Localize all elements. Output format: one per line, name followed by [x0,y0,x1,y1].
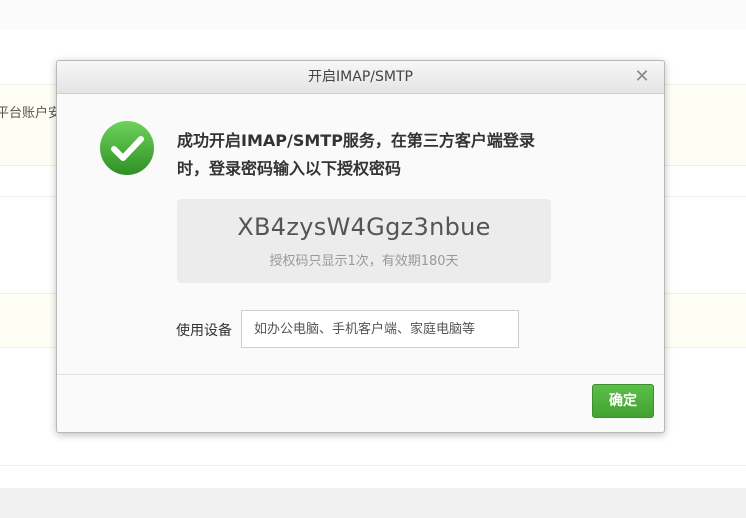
close-icon[interactable]: ✕ [632,67,652,87]
background-row-text: 平台账户安 [0,106,62,121]
page-footer [0,488,746,518]
auth-code-box: XB4zysW4Ggz3nbue 授权码只显示1次，有效期180天 [177,199,551,283]
imap-smtp-dialog: 开启IMAP/SMTP ✕ 成功开启IMAP/SMTP服务，在第三方客户端登录时… [56,60,665,433]
auth-code[interactable]: XB4zysW4Ggz3nbue [177,213,551,241]
page-top-bar [0,0,746,30]
success-message: 成功开启IMAP/SMTP服务，在第三方客户端登录时，登录密码输入以下授权密码 [177,131,535,178]
dialog-header: 开启IMAP/SMTP ✕ [57,61,664,94]
device-input[interactable] [241,310,519,348]
device-label: 使用设备 [176,323,232,339]
confirm-button[interactable]: 确定 [592,384,654,418]
auth-code-note: 授权码只显示1次，有效期180天 [269,254,459,269]
dialog-title: 开启IMAP/SMTP [308,69,413,85]
dialog-footer-divider [57,374,664,375]
check-circle-icon [100,121,154,175]
background-divider [0,465,746,466]
